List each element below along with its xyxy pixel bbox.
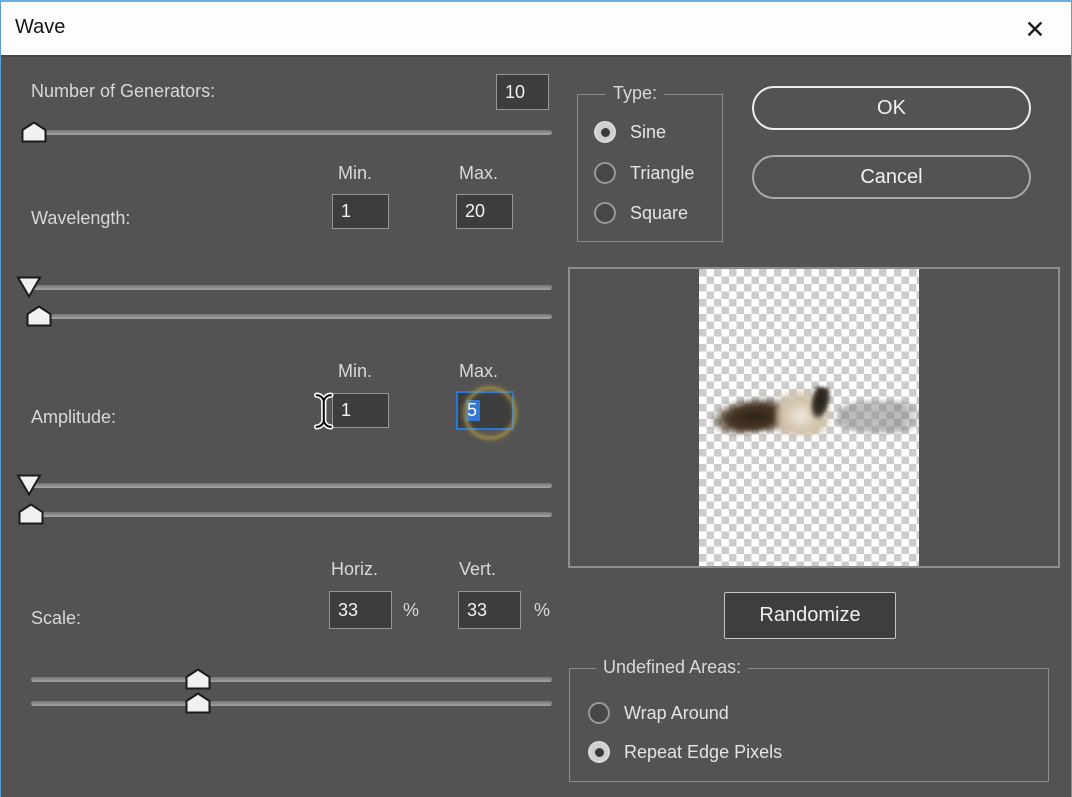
scale-horiz-slider-thumb[interactable] — [185, 668, 211, 690]
undefined-areas-group: Undefined Areas: Wrap Around Repeat Edge… — [569, 668, 1049, 782]
scale-vert-slider-thumb[interactable] — [185, 692, 211, 714]
type-option-triangle[interactable]: Triangle — [594, 162, 694, 184]
preview-panel — [568, 267, 1060, 568]
amplitude-min-input[interactable] — [332, 393, 389, 428]
radio-sine[interactable] — [594, 121, 616, 143]
type-group-title: Type: — [606, 83, 664, 104]
amplitude-min-slider[interactable] — [31, 474, 552, 496]
preview-transparency-checkerboard — [699, 269, 919, 566]
randomize-button[interactable]: Randomize — [724, 592, 896, 639]
scale-vert-slider[interactable] — [31, 692, 552, 714]
scale-horiz-unit: % — [403, 600, 419, 621]
wavelength-min-header: Min. — [338, 163, 372, 184]
generators-slider-thumb[interactable] — [21, 121, 47, 143]
dialog-title: Wave — [15, 16, 65, 39]
scale-vert-header: Vert. — [459, 559, 496, 580]
scale-horiz-header: Horiz. — [331, 559, 378, 580]
undefined-option-wrap-around[interactable]: Wrap Around — [588, 702, 729, 724]
generators-slider[interactable] — [31, 121, 552, 143]
amplitude-min-header: Min. — [338, 361, 372, 382]
radio-dot — [601, 128, 610, 137]
radio-triangle[interactable] — [594, 162, 616, 184]
scale-horiz-input[interactable] — [329, 591, 392, 629]
preview-wave-fragment-gray — [837, 401, 919, 433]
amplitude-label: Amplitude: — [31, 407, 116, 428]
undefined-option-repeat-edge-pixels[interactable]: Repeat Edge Pixels — [588, 741, 782, 763]
pentagon-thumb-icon — [18, 503, 44, 525]
preview-wave-fragment-dark — [709, 395, 784, 436]
amplitude-max-slider[interactable] — [31, 503, 552, 525]
wavelength-max-input[interactable] — [456, 194, 513, 229]
slider-track[interactable] — [31, 314, 552, 319]
wavelength-min-input[interactable] — [332, 194, 389, 229]
slider-track[interactable] — [31, 130, 552, 135]
radio-square[interactable] — [594, 202, 616, 224]
type-option-sine[interactable]: Sine — [594, 121, 666, 143]
wavelength-max-slider-thumb[interactable] — [26, 305, 52, 327]
scale-vert-unit: % — [534, 600, 550, 621]
radio-dot — [595, 748, 604, 757]
randomize-button-label: Randomize — [759, 604, 860, 627]
radio-label: Square — [630, 203, 688, 224]
cancel-button-label: Cancel — [860, 166, 922, 189]
generators-label: Number of Generators: — [31, 81, 215, 102]
ok-button-label: OK — [877, 97, 906, 120]
radio-wrap-around[interactable] — [588, 702, 610, 724]
pentagon-thumb-icon — [185, 692, 211, 714]
slider-track[interactable] — [31, 285, 552, 290]
wavelength-min-slider[interactable] — [31, 276, 552, 298]
amplitude-min-slider-thumb[interactable] — [16, 474, 42, 496]
radio-label: Sine — [630, 122, 666, 143]
title-bar[interactable]: Wave ✕ — [1, 2, 1071, 57]
wavelength-max-slider[interactable] — [31, 305, 552, 327]
close-icon: ✕ — [1025, 15, 1046, 45]
wavelength-min-slider-thumb[interactable] — [16, 276, 42, 298]
scale-horiz-slider[interactable] — [31, 668, 552, 690]
amplitude-max-header: Max. — [459, 361, 498, 382]
radio-label: Repeat Edge Pixels — [624, 742, 782, 763]
pentagon-thumb-icon — [21, 121, 47, 143]
slider-track[interactable] — [31, 512, 552, 517]
slider-track[interactable] — [31, 701, 552, 706]
generators-input[interactable] — [496, 74, 549, 110]
ok-button[interactable]: OK — [752, 86, 1031, 130]
cancel-button[interactable]: Cancel — [752, 155, 1031, 199]
pentagon-thumb-icon — [26, 305, 52, 327]
amplitude-max-input[interactable]: 5 — [456, 391, 514, 430]
triangle-down-thumb-icon — [16, 474, 42, 496]
triangle-down-thumb-icon — [16, 276, 42, 298]
pentagon-thumb-icon — [185, 668, 211, 690]
wavelength-label: Wavelength: — [31, 208, 130, 229]
scale-label: Scale: — [31, 608, 81, 629]
wavelength-max-header: Max. — [459, 163, 498, 184]
amplitude-max-slider-thumb[interactable] — [18, 503, 44, 525]
radio-label: Triangle — [630, 163, 694, 184]
wave-dialog: Wave ✕ Number of Generators: Min. Max. W… — [0, 0, 1072, 797]
type-option-square[interactable]: Square — [594, 202, 688, 224]
selected-text: 5 — [466, 400, 480, 421]
scale-vert-input[interactable] — [458, 591, 521, 629]
slider-track[interactable] — [31, 677, 552, 682]
radio-label: Wrap Around — [624, 703, 729, 724]
radio-repeat-edge-pixels[interactable] — [588, 741, 610, 763]
type-group: Type: Sine Triangle Square — [577, 94, 723, 242]
close-button[interactable]: ✕ — [1013, 10, 1057, 50]
undefined-areas-title: Undefined Areas: — [596, 657, 748, 678]
slider-track[interactable] — [31, 483, 552, 488]
